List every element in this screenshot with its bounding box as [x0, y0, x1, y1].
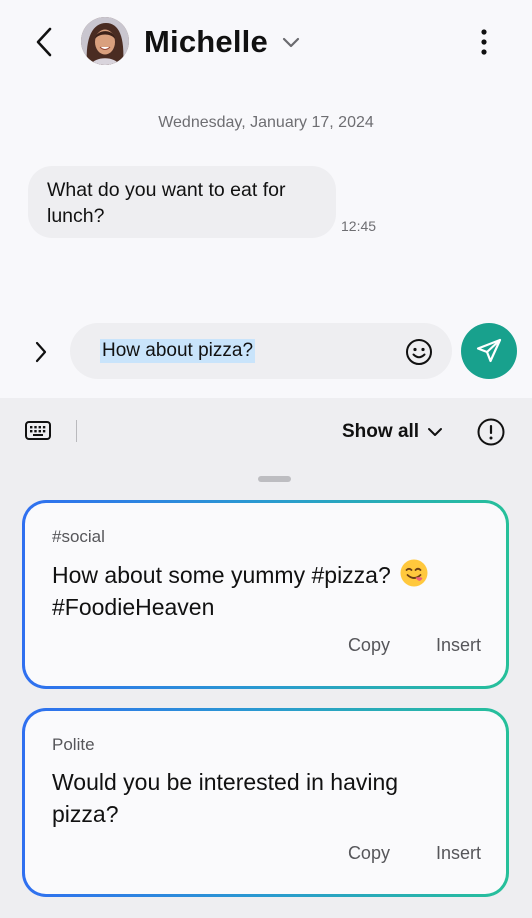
chevron-right-icon: [35, 341, 47, 363]
copy-button[interactable]: Copy: [348, 843, 390, 864]
suggestion-text: Would you be interested in having pizza?: [52, 769, 399, 827]
suggestion-card[interactable]: #social How about some yummy #pizza? #Fo…: [22, 500, 509, 689]
suggestions-toolbar: Show all: [0, 398, 532, 464]
suggestion-card-content: #social How about some yummy #pizza? #Fo…: [25, 503, 506, 686]
send-button[interactable]: [461, 323, 517, 379]
face-savoring-food-emoji: [400, 559, 428, 587]
expand-options-button[interactable]: [26, 334, 56, 370]
drag-handle[interactable]: [258, 476, 291, 482]
copy-button[interactable]: Copy: [348, 635, 390, 656]
contact-name[interactable]: Michelle: [144, 22, 268, 62]
insert-button[interactable]: Insert: [436, 635, 481, 656]
chevron-down-icon[interactable]: [279, 30, 303, 54]
suggestion-card-content: Polite Would you be interested in having…: [25, 711, 506, 894]
more-vertical-icon: [481, 29, 487, 55]
message-input[interactable]: How about pizza?: [70, 323, 452, 379]
back-button[interactable]: [26, 22, 62, 62]
more-options-button[interactable]: [470, 24, 498, 60]
suggestion-card[interactable]: Polite Would you be interested in having…: [22, 708, 509, 897]
suggestion-tag: #social: [52, 527, 105, 546]
suggestion-text-line-1: How about some yummy #pizza?: [52, 562, 391, 588]
chevron-down-icon: [428, 428, 443, 436]
suggestion-actions: Copy Insert: [348, 635, 481, 656]
show-all-label: Show all: [342, 421, 420, 442]
keyboard-icon[interactable]: [24, 419, 52, 443]
suggestion-text-line-2: #FoodieHeaven: [52, 594, 215, 620]
suggestions-panel: Show all #social How about some yummy #p…: [0, 398, 532, 918]
suggestion-tag: Polite: [52, 735, 95, 754]
info-icon[interactable]: [476, 417, 506, 447]
smiley-icon[interactable]: [404, 337, 434, 367]
insert-button[interactable]: Insert: [436, 843, 481, 864]
suggestion-text: How about some yummy #pizza? #FoodieHeav…: [52, 558, 482, 623]
contact-photo: [81, 17, 129, 65]
chat-screen: Michelle Wednesday, January 17, 2024 Wha…: [0, 0, 532, 398]
date-divider: Wednesday, January 17, 2024: [158, 114, 374, 131]
message-time: 12:45: [341, 218, 377, 234]
avatar[interactable]: [81, 17, 129, 65]
show-all-button[interactable]: Show all: [342, 418, 443, 446]
message-input-text[interactable]: How about pizza?: [100, 339, 256, 363]
suggestion-actions: Copy Insert: [348, 843, 481, 864]
chevron-left-icon: [36, 27, 52, 57]
message-bubble[interactable]: What do you want to eat for lunch?: [28, 166, 336, 238]
conversation-header: Michelle: [0, 0, 532, 84]
toolbar-divider: [76, 420, 77, 442]
send-icon: [476, 338, 502, 363]
